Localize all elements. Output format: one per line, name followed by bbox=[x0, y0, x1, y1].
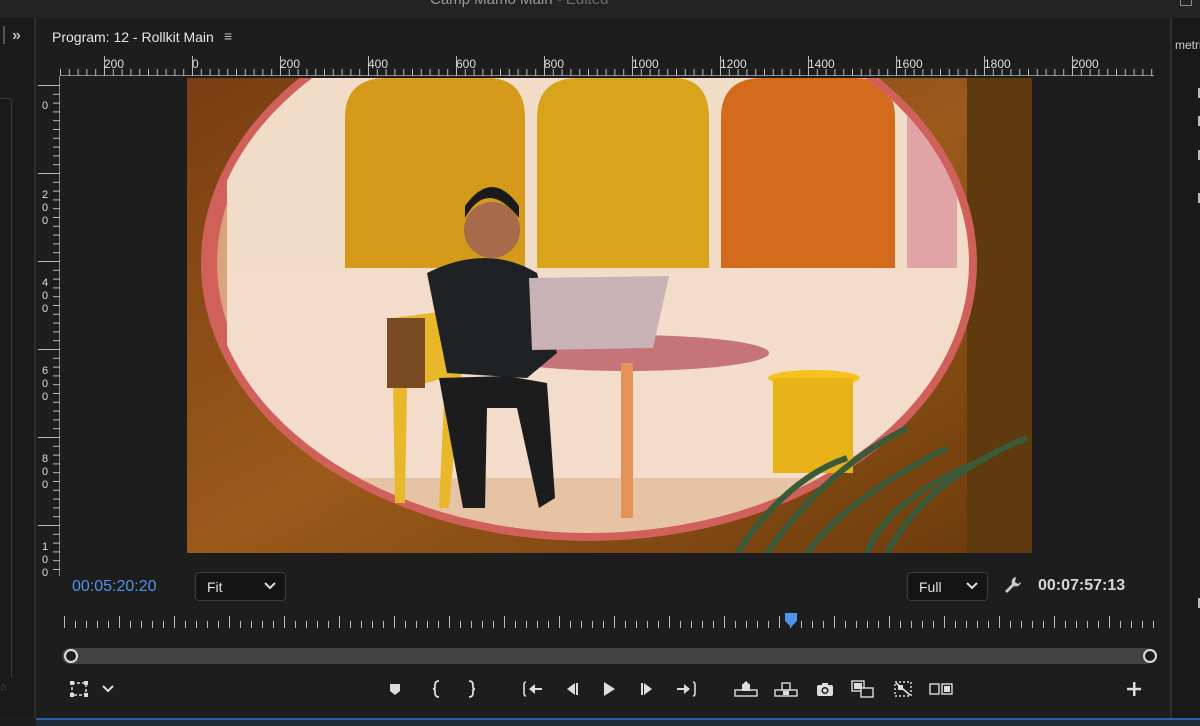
playhead-marker[interactable] bbox=[784, 612, 798, 628]
panel-menu-icon[interactable]: ≡ bbox=[224, 28, 232, 44]
lift-button[interactable] bbox=[733, 676, 759, 702]
chevron-down-icon bbox=[966, 582, 978, 590]
h-ruler-label: 1200 bbox=[720, 57, 747, 71]
panel-title[interactable]: Program: 12 - Rollkit Main bbox=[52, 29, 214, 45]
v-ruler-label: 800 bbox=[41, 453, 49, 491]
toggle-proxies-button[interactable] bbox=[928, 676, 954, 702]
insert-icon bbox=[851, 680, 874, 698]
comparison-view-button[interactable] bbox=[890, 676, 916, 702]
vertical-ruler-ticks bbox=[38, 85, 60, 570]
h-ruler-label: 0 bbox=[192, 57, 199, 71]
v-ruler-label: 200 bbox=[41, 189, 49, 227]
h-ruler-label: 1600 bbox=[896, 57, 923, 71]
h-ruler-label: 1800 bbox=[984, 57, 1011, 71]
extract-button[interactable] bbox=[773, 676, 799, 702]
h-ruler-label: 400 bbox=[368, 57, 389, 71]
program-monitor: Program: 12 - Rollkit Main ≡ 200 0 200 4… bbox=[38, 18, 1170, 718]
app-title-bar: Camp Mamo Main - Edited bbox=[0, 0, 1200, 18]
zoom-handle-left[interactable] bbox=[64, 649, 78, 663]
lift-icon bbox=[734, 681, 758, 697]
add-marker-icon bbox=[390, 684, 400, 695]
play-button[interactable] bbox=[596, 676, 622, 702]
go-to-out-button[interactable] bbox=[673, 676, 699, 702]
mark-out-button[interactable] bbox=[458, 676, 484, 702]
time-ruler-scrubber[interactable] bbox=[60, 610, 1156, 636]
comparison-view-icon bbox=[894, 681, 912, 697]
v-ruler-label: 0 bbox=[41, 100, 49, 112]
export-frame-button[interactable] bbox=[812, 676, 838, 702]
toggle-proxies-icon bbox=[929, 683, 953, 695]
video-frame-image bbox=[187, 78, 1032, 553]
add-marker-button[interactable] bbox=[382, 676, 408, 702]
zoom-handle-right[interactable] bbox=[1143, 649, 1157, 663]
export-frame-icon bbox=[817, 683, 833, 696]
play-icon bbox=[604, 682, 615, 696]
button-editor-button[interactable] bbox=[1121, 676, 1147, 702]
zoom-level-value: Fit bbox=[207, 579, 223, 595]
window-box-icon[interactable] bbox=[1180, 0, 1192, 6]
settings-dropdown-button[interactable] bbox=[95, 676, 121, 702]
step-back-icon bbox=[567, 683, 578, 695]
v-ruler-label: 400 bbox=[41, 277, 49, 315]
mark-in-button[interactable] bbox=[424, 676, 450, 702]
wrench-icon[interactable] bbox=[1002, 574, 1024, 596]
right-panel-tab-label[interactable]: metri bbox=[1175, 38, 1200, 52]
chevron-down-icon bbox=[102, 685, 114, 693]
go-to-in-button[interactable] bbox=[520, 676, 546, 702]
horizontal-ruler: 200 0 200 400 600 800 1000 1200 1400 160… bbox=[60, 56, 1154, 76]
go-to-in-icon bbox=[523, 681, 542, 697]
monitor-controls-row: 00:05:20:20 Fit Full 00:07:57:13 bbox=[38, 568, 1170, 604]
h-ruler-label: 1400 bbox=[808, 57, 835, 71]
panel-header: Program: 12 - Rollkit Main ≡ bbox=[38, 18, 1170, 56]
playback-resolution-value: Full bbox=[919, 579, 942, 595]
h-ruler-label: 800 bbox=[544, 57, 565, 71]
app-title: Camp Mamo Main - Edited bbox=[430, 0, 608, 8]
zoom-scroll-bar[interactable] bbox=[62, 648, 1154, 664]
vertical-ruler: 0 200 400 600 800 100 bbox=[38, 76, 60, 579]
h-ruler-label: 600 bbox=[456, 57, 477, 71]
right-panel: metri bbox=[1170, 18, 1200, 718]
v-ruler-label: 600 bbox=[41, 365, 49, 403]
step-back-button[interactable] bbox=[559, 676, 585, 702]
safe-margins-icon bbox=[70, 681, 88, 697]
step-forward-icon bbox=[641, 683, 652, 695]
bottom-status-bar bbox=[36, 718, 1200, 726]
go-to-out-icon bbox=[677, 681, 696, 697]
chevron-down-icon bbox=[264, 582, 276, 590]
step-forward-button[interactable] bbox=[634, 676, 660, 702]
insert-button[interactable] bbox=[850, 676, 876, 702]
expand-panel-icon[interactable]: » bbox=[12, 27, 21, 45]
mark-out-icon bbox=[468, 680, 476, 698]
safe-margins-button[interactable] bbox=[66, 676, 92, 702]
mark-in-icon bbox=[432, 680, 440, 698]
button-editor-icon bbox=[1127, 682, 1141, 696]
extract-icon bbox=[774, 682, 798, 697]
h-ruler-label: 200 bbox=[280, 57, 301, 71]
playhead-timecode[interactable]: 00:05:20:20 bbox=[72, 578, 157, 596]
panel-corner-icon: ⌂ bbox=[0, 681, 7, 693]
zoom-level-select[interactable]: Fit bbox=[195, 572, 286, 601]
h-ruler-label: 2000 bbox=[1072, 57, 1099, 71]
transport-controls bbox=[38, 672, 1170, 708]
playback-resolution-select[interactable]: Full bbox=[907, 572, 988, 601]
left-panel: » ⌂ bbox=[0, 18, 36, 718]
h-ruler-label: 200 bbox=[104, 57, 125, 71]
video-preview[interactable] bbox=[187, 78, 1032, 553]
tab-divider bbox=[3, 26, 5, 44]
h-ruler-label: 1000 bbox=[632, 57, 659, 71]
left-panel-scrollbar[interactable] bbox=[0, 98, 12, 678]
time-ruler-ticks bbox=[64, 616, 1154, 628]
duration-timecode: 00:07:57:13 bbox=[1038, 577, 1126, 594]
